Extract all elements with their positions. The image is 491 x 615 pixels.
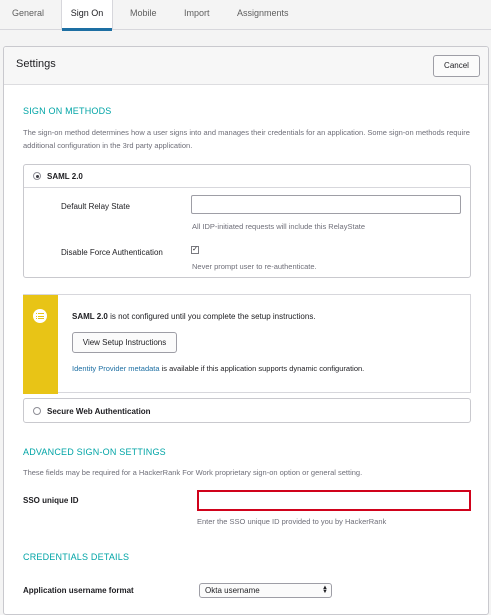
force-auth-label: Disable Force Authentication bbox=[61, 248, 163, 257]
swa-label: Secure Web Authentication bbox=[47, 407, 151, 416]
saml-option-header[interactable]: SAML 2.0 bbox=[24, 165, 470, 188]
tab-bar: General Sign On Mobile Import Assignment… bbox=[0, 0, 491, 31]
callout-accent-bar bbox=[23, 295, 58, 394]
tab-import[interactable]: Import bbox=[184, 8, 210, 18]
tab-sign-on[interactable]: Sign On bbox=[61, 0, 113, 31]
cancel-button[interactable]: Cancel bbox=[433, 55, 480, 77]
tab-assignments[interactable]: Assignments bbox=[237, 8, 289, 18]
metadata-line: Identity Provider metadata is available … bbox=[72, 364, 364, 373]
sign-on-methods-description: The sign-on method determines how a user… bbox=[23, 128, 470, 150]
sso-unique-id-hint: Enter the SSO unique ID provided to you … bbox=[197, 517, 387, 526]
identity-provider-metadata-link[interactable]: Identity Provider metadata bbox=[72, 364, 160, 373]
sign-on-methods-heading: SIGN ON METHODS bbox=[23, 106, 112, 116]
tab-mobile[interactable]: Mobile bbox=[130, 8, 157, 18]
callout-strong: SAML 2.0 bbox=[72, 312, 108, 321]
settings-panel: Settings Cancel SIGN ON METHODS The sign… bbox=[3, 46, 489, 615]
relay-state-input[interactable] bbox=[191, 195, 461, 214]
callout-message: SAML 2.0 is not configured until you com… bbox=[72, 312, 316, 321]
username-format-label: Application username format bbox=[23, 586, 134, 595]
advanced-settings-description: These fields may be required for a Hacke… bbox=[23, 468, 363, 477]
settings-title: Settings bbox=[16, 58, 56, 70]
metadata-suffix: is available if this application support… bbox=[159, 364, 365, 373]
select-arrows-icon: ▲ ▼ bbox=[322, 585, 328, 595]
callout-text: is not configured until you complete the… bbox=[107, 312, 316, 321]
view-setup-instructions-button[interactable]: View Setup Instructions bbox=[72, 332, 177, 353]
settings-header: Settings Cancel bbox=[4, 47, 488, 85]
list-icon bbox=[33, 309, 47, 323]
saml-label: SAML 2.0 bbox=[47, 172, 83, 181]
credentials-details-heading: CREDENTIALS DETAILS bbox=[23, 552, 130, 562]
force-auth-checkbox[interactable]: ✓ bbox=[191, 246, 199, 254]
swa-radio[interactable] bbox=[33, 407, 41, 415]
saml-option-box: SAML 2.0 Default Relay State All IDP-ini… bbox=[23, 164, 471, 278]
swa-option-box[interactable]: Secure Web Authentication bbox=[23, 398, 471, 423]
force-auth-hint: Never prompt user to re-authenticate. bbox=[192, 262, 317, 271]
relay-state-label: Default Relay State bbox=[61, 202, 130, 211]
advanced-settings-heading: ADVANCED SIGN-ON SETTINGS bbox=[23, 447, 166, 457]
saml-setup-callout: SAML 2.0 is not configured until you com… bbox=[23, 294, 471, 394]
saml-radio[interactable] bbox=[33, 172, 41, 180]
username-format-select[interactable]: Okta username ▲ ▼ bbox=[199, 583, 332, 598]
relay-state-hint: All IDP-initiated requests will include … bbox=[192, 222, 365, 231]
username-format-value: Okta username bbox=[205, 586, 260, 595]
tab-general[interactable]: General bbox=[12, 8, 44, 18]
sso-unique-id-input[interactable] bbox=[197, 490, 471, 511]
sso-unique-id-label: SSO unique ID bbox=[23, 496, 79, 505]
